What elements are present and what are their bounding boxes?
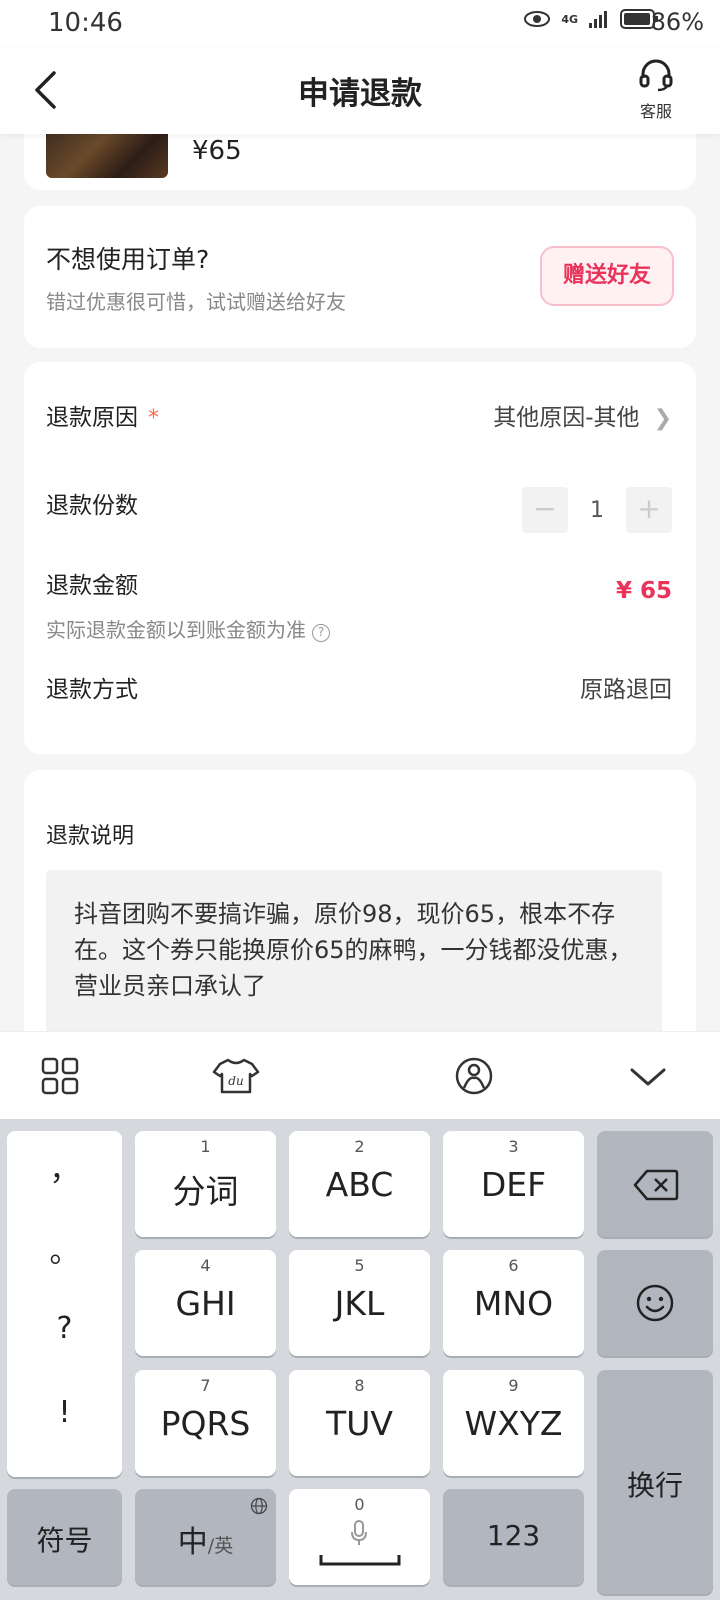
key-3-label: DEF [480,1165,547,1204]
key-8[interactable]: 8 TUV [289,1370,430,1476]
refund-method-label: 退款方式 [46,677,138,703]
numeric-mode-label: 123 [486,1519,541,1552]
language-main-label: 中 [177,1525,208,1560]
language-switch-key[interactable]: 中/英 [135,1489,276,1585]
key-3[interactable]: 3 DEF [443,1131,584,1237]
refund-amount-hint: 实际退款金额以到账金额为准? [46,614,330,643]
status-bar: 10:46 4G 86% [0,0,720,48]
punctuation-comma-key[interactable]: ， [7,1145,122,1189]
key-7[interactable]: 7 PQRS [135,1370,276,1476]
refund-reason-value: 其他原因-其他 [493,405,640,431]
punctuation-period-key[interactable]: 。 [7,1227,122,1271]
increase-button[interactable]: + [626,487,672,533]
key-9[interactable]: 9 WXYZ [443,1370,584,1476]
refund-amount-value: ¥ 65 [615,578,672,604]
globe-icon [250,1497,268,1515]
decrease-button[interactable]: − [522,487,568,533]
symbols-key[interactable]: 符号 [7,1489,122,1585]
customer-service-label: 客服 [639,102,672,121]
key-1-label: 分词 [172,1172,239,1211]
battery-percent: 86% [650,8,704,36]
key-4-label: GHI [175,1284,236,1323]
key-5-num: 5 [354,1256,365,1275]
customer-service-button[interactable]: 客服 [630,58,682,122]
key-4-num: 4 [200,1256,211,1275]
emoji-key[interactable] [597,1250,713,1356]
key-8-label: TUV [326,1404,393,1443]
headset-icon [639,59,673,92]
keyboard: ， 。 ? ! 1 分词 2 ABC 3 DEF 4 GHI 5 JKL 6 M… [0,1119,720,1600]
language-labels: 中/英 [135,1517,276,1561]
required-mark: * [148,406,159,431]
key-7-label: PQRS [160,1404,251,1443]
key-6-num: 6 [508,1256,519,1275]
title-bar: 申请退款 客服 [0,48,720,134]
gift-card: 不想使用订单? 错过优惠很可惜，试试赠送给好友 赠送好友 [24,206,696,348]
svg-text:du: du [228,1074,243,1088]
microphone-icon [351,1520,367,1545]
key-4[interactable]: 4 GHI [135,1250,276,1356]
refund-method-value: 原路退回 [580,677,672,703]
punctuation-question-key[interactable]: ? [7,1311,122,1346]
key-9-label: WXYZ [464,1404,563,1443]
key-7-num: 7 [200,1376,211,1395]
key-2[interactable]: 2 ABC [289,1131,430,1237]
gift-title: 不想使用订单? [46,245,210,274]
space-key-num: 0 [354,1495,365,1514]
refund-amount-label: 退款金额 [46,573,138,599]
key-3-num: 3 [508,1137,519,1156]
space-key[interactable]: 0 [289,1489,430,1585]
refund-amount-hint-text: 实际退款金额以到账金额为准 [46,618,306,642]
refund-count-stepper: − 1 + [522,486,672,534]
keyboard-toolbar: du [0,1031,720,1119]
collapse-keyboard-icon[interactable] [628,1056,668,1096]
gift-subtitle: 错过优惠很可惜，试试赠送给好友 [46,290,346,314]
key-1-num: 1 [200,1137,211,1156]
refund-description-card: 退款说明 抖音团购不要搞诈骗，原价98，现价65，根本不存在。这个券只能换原价6… [24,770,696,1070]
voice-assistant-icon[interactable] [454,1056,494,1096]
language-alt-label: /英 [207,1535,234,1557]
refund-description-label: 退款说明 [46,824,135,849]
key-2-label: ABC [325,1165,394,1204]
key-8-num: 8 [354,1376,365,1395]
numeric-mode-key[interactable]: 123 [443,1489,584,1585]
punctuation-column: ， 。 ? ! [7,1131,122,1477]
chevron-right-icon: ❯ [653,406,672,431]
backspace-icon [633,1169,679,1201]
enter-key[interactable]: 换行 [597,1370,713,1594]
key-5-label: JKL [334,1284,385,1323]
backspace-key[interactable] [597,1131,713,1237]
space-bar-icon [319,1555,401,1566]
grid-menu-icon[interactable] [40,1056,80,1096]
enter-key-label: 换行 [626,1469,683,1502]
key-6[interactable]: 6 MNO [443,1250,584,1356]
page-title: 申请退款 [298,76,422,112]
key-6-label: MNO [473,1284,554,1323]
symbols-key-label: 符号 [36,1524,93,1557]
refund-reason-selector[interactable]: 其他原因-其他 ❯ [493,398,672,432]
gift-to-friend-button[interactable]: 赠送好友 [540,246,674,306]
key-2-num: 2 [354,1137,365,1156]
help-icon[interactable]: ? [312,624,330,642]
refund-form-card: 退款原因 * 其他原因-其他 ❯ 退款份数 − 1 + 退款金额 ¥ 65 实际退款… [24,362,696,754]
emoji-icon [636,1284,674,1322]
status-icons: 4G [523,8,660,30]
key-1[interactable]: 1 分词 [135,1131,276,1237]
keyboard-skin-icon[interactable]: du [212,1056,260,1096]
eye-icon [524,11,551,27]
key-5[interactable]: 5 JKL [289,1250,430,1356]
product-price: ¥65 [192,136,242,166]
refund-count-value: 1 [590,497,604,523]
refund-reason-label: 退款原因 [46,405,138,431]
punctuation-exclaim-key[interactable]: ! [7,1395,122,1430]
refund-reason-row: 退款原因 * [46,398,159,432]
network-type: 4G [561,12,578,26]
key-9-num: 9 [508,1376,519,1395]
signal-icon [589,11,607,28]
refund-count-label: 退款份数 [46,493,138,519]
status-time: 10:46 [48,8,123,38]
